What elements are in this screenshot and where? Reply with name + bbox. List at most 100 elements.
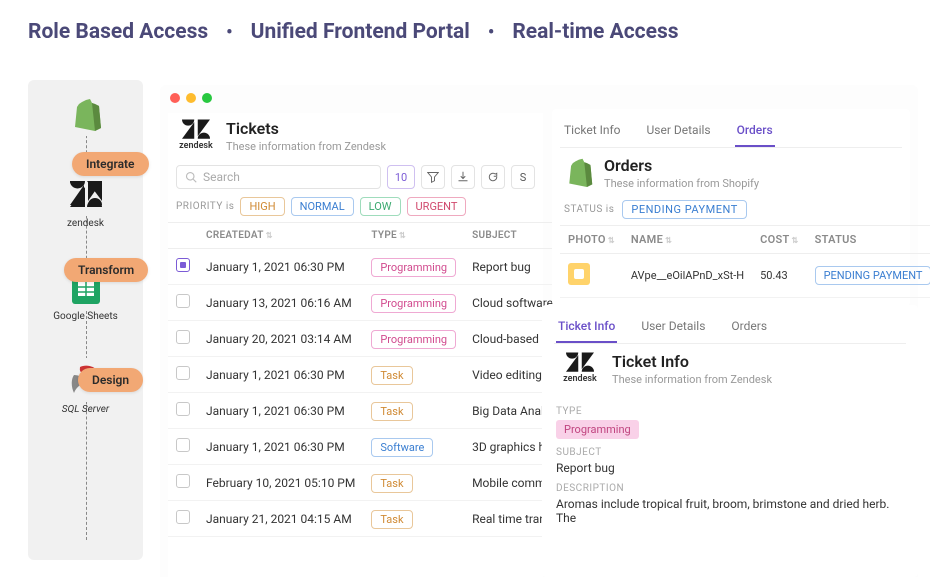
search-icon (185, 171, 197, 183)
cell-name: AVpe__eOilAPnD_xSt-H (623, 254, 752, 298)
close-icon[interactable] (170, 93, 180, 103)
orders-tabs: Ticket Info User Details Orders (560, 113, 902, 148)
col-createdat[interactable]: CREATEDAT⇅ (198, 223, 363, 249)
brand-label: zendesk (563, 374, 597, 384)
type-chip: Programming (371, 258, 456, 277)
description-label: DESCRIPTION (556, 483, 904, 494)
chip-normal[interactable]: NORMAL (291, 197, 354, 216)
sort-toggle-icon[interactable]: S (511, 165, 535, 189)
row-checkbox[interactable] (176, 330, 190, 344)
refresh-icon[interactable] (481, 165, 505, 189)
tickets-panel: zendesk Tickets These information from Z… (168, 113, 543, 577)
panel-title: Orders (604, 156, 759, 175)
description-value: Aromas include tropical fruit, broom, br… (556, 497, 904, 525)
chip-pending-payment: PENDING PAYMENT (815, 266, 930, 285)
separator-dot: • (226, 22, 232, 43)
chip-low[interactable]: LOW (360, 197, 401, 216)
panel-title: Ticket Info (612, 352, 772, 371)
separator-dot: • (488, 22, 494, 43)
minimize-icon[interactable] (186, 93, 196, 103)
subject-label: SUBJECT (556, 447, 904, 458)
orders-table: PHOTO⇅ NAME⇅ COST⇅ STATUS AVpe__eOilAPnD… (560, 225, 930, 298)
zendesk-icon: zendesk (176, 119, 216, 153)
row-checkbox[interactable] (176, 438, 190, 452)
pill-integrate: Integrate (72, 152, 149, 176)
col-type[interactable]: TYPE⇅ (363, 223, 464, 249)
row-checkbox[interactable] (176, 294, 190, 308)
cell-createdat: January 1, 2021 06:30 PM (198, 393, 363, 429)
sidebar-label: Google Sheets (53, 311, 118, 322)
type-chip: Task (371, 366, 412, 385)
tickets-header: zendesk Tickets These information from Z… (168, 113, 543, 161)
sidebar-item-zendesk: zendesk (36, 172, 135, 229)
cell-createdat: January 20, 2021 03:14 AM (198, 321, 363, 357)
feature-heading: Role Based Access • Unified Frontend Por… (0, 0, 930, 62)
table-row[interactable]: January 1, 2021 06:30 PMProgrammingRepor… (168, 249, 561, 285)
table-row[interactable]: January 21, 2021 04:15 AMTaskReal time t… (168, 501, 561, 537)
table-row[interactable]: January 13, 2021 06:16 AMProgrammingClou… (168, 285, 561, 321)
col-subject[interactable]: SUBJECT (464, 223, 561, 249)
filter-icon[interactable] (421, 165, 445, 189)
row-checkbox[interactable] (176, 366, 190, 380)
brand-label: zendesk (179, 141, 213, 151)
maximize-icon[interactable] (202, 93, 212, 103)
tickets-table: CREATEDAT⇅ TYPE⇅ SUBJECT January 1, 2021… (168, 222, 561, 537)
status-label: STATUS is (564, 204, 614, 215)
heading-1: Role Based Access (28, 20, 208, 44)
type-badge: Programming (556, 420, 639, 439)
sidebar-label: SQL Server (62, 404, 109, 415)
cell-createdat: January 13, 2021 06:16 AM (198, 285, 363, 321)
cell-createdat: January 1, 2021 06:30 PM (198, 357, 363, 393)
tab-user-details[interactable]: User Details (639, 313, 707, 343)
cell-createdat: February 10, 2021 05:10 PM (198, 465, 363, 501)
col-cost[interactable]: COST⇅ (752, 226, 806, 254)
row-checkbox[interactable] (176, 402, 190, 416)
priority-label: PRIORITY is (176, 201, 234, 212)
subject-value: Report bug (556, 461, 904, 475)
shopify-icon (564, 156, 594, 192)
tab-orders[interactable]: Orders (729, 313, 769, 343)
type-chip: Task (371, 474, 412, 493)
sidebar-label: zendesk (67, 218, 104, 229)
priority-filter-row: PRIORITY is HIGH NORMAL LOW URGENT (168, 195, 543, 222)
col-photo[interactable]: PHOTO⇅ (560, 226, 623, 254)
cell-createdat: January 1, 2021 06:30 PM (198, 429, 363, 465)
chip-pending-payment[interactable]: PENDING PAYMENT (622, 200, 746, 219)
tinfo-tabs: Ticket Info User Details Orders (554, 309, 906, 344)
col-name[interactable]: NAME⇅ (623, 226, 752, 254)
table-row[interactable]: February 10, 2021 05:10 PMTaskMobile com… (168, 465, 561, 501)
row-checkbox[interactable] (176, 258, 190, 272)
col-status[interactable]: STATUS (807, 226, 930, 254)
sidebar-item-shopify (36, 92, 135, 136)
tab-orders[interactable]: Orders (735, 117, 775, 147)
panel-title: Tickets (226, 119, 386, 138)
pill-transform: Transform (64, 258, 148, 282)
table-row[interactable]: January 1, 2021 06:30 PMSoftware3D graph… (168, 429, 561, 465)
zendesk-icon (64, 172, 108, 216)
browser-window: zendesk Tickets These information from Z… (160, 85, 918, 577)
tab-ticket-info[interactable]: Ticket Info (562, 117, 623, 147)
page-size-select[interactable]: 10 (387, 165, 415, 189)
row-checkbox[interactable] (176, 474, 190, 488)
zendesk-icon: zendesk (558, 352, 602, 386)
chip-high[interactable]: HIGH (240, 197, 284, 216)
cell-createdat: January 21, 2021 04:15 AM (198, 501, 363, 537)
search-input[interactable]: Search (176, 165, 381, 189)
ticket-info-panel: Ticket Info User Details Orders zendesk … (542, 305, 918, 577)
cell-subject: Report bug (464, 249, 561, 285)
table-row[interactable]: January 20, 2021 03:14 AMProgrammingClou… (168, 321, 561, 357)
heading-3: Real-time Access (512, 20, 678, 44)
table-row[interactable]: AVpe__eOilAPnD_xSt-H 50.43 PENDING PAYME… (560, 254, 930, 298)
type-chip: Programming (371, 330, 456, 349)
orders-panel: Ticket Info User Details Orders Orders T… (552, 109, 910, 306)
tab-ticket-info[interactable]: Ticket Info (556, 313, 617, 343)
type-label: TYPE (556, 406, 904, 417)
chip-urgent[interactable]: URGENT (407, 197, 467, 216)
panel-subtitle: These information from Zendesk (612, 373, 772, 386)
tab-user-details[interactable]: User Details (645, 117, 713, 147)
table-row[interactable]: January 1, 2021 06:30 PMTaskVideo editin… (168, 357, 561, 393)
download-icon[interactable] (451, 165, 475, 189)
row-checkbox[interactable] (176, 510, 190, 524)
pill-design: Design (78, 368, 143, 392)
table-row[interactable]: January 1, 2021 06:30 PMTaskBig Data Ana… (168, 393, 561, 429)
